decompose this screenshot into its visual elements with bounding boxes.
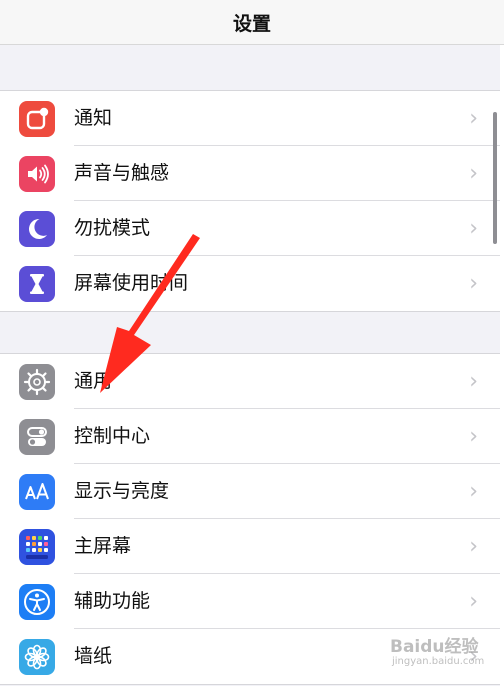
watermark-url: jingyan.baidu.com bbox=[392, 656, 485, 667]
annotation-arrow-icon bbox=[100, 234, 200, 393]
watermark-logo: Baidu经验 bbox=[390, 637, 479, 657]
